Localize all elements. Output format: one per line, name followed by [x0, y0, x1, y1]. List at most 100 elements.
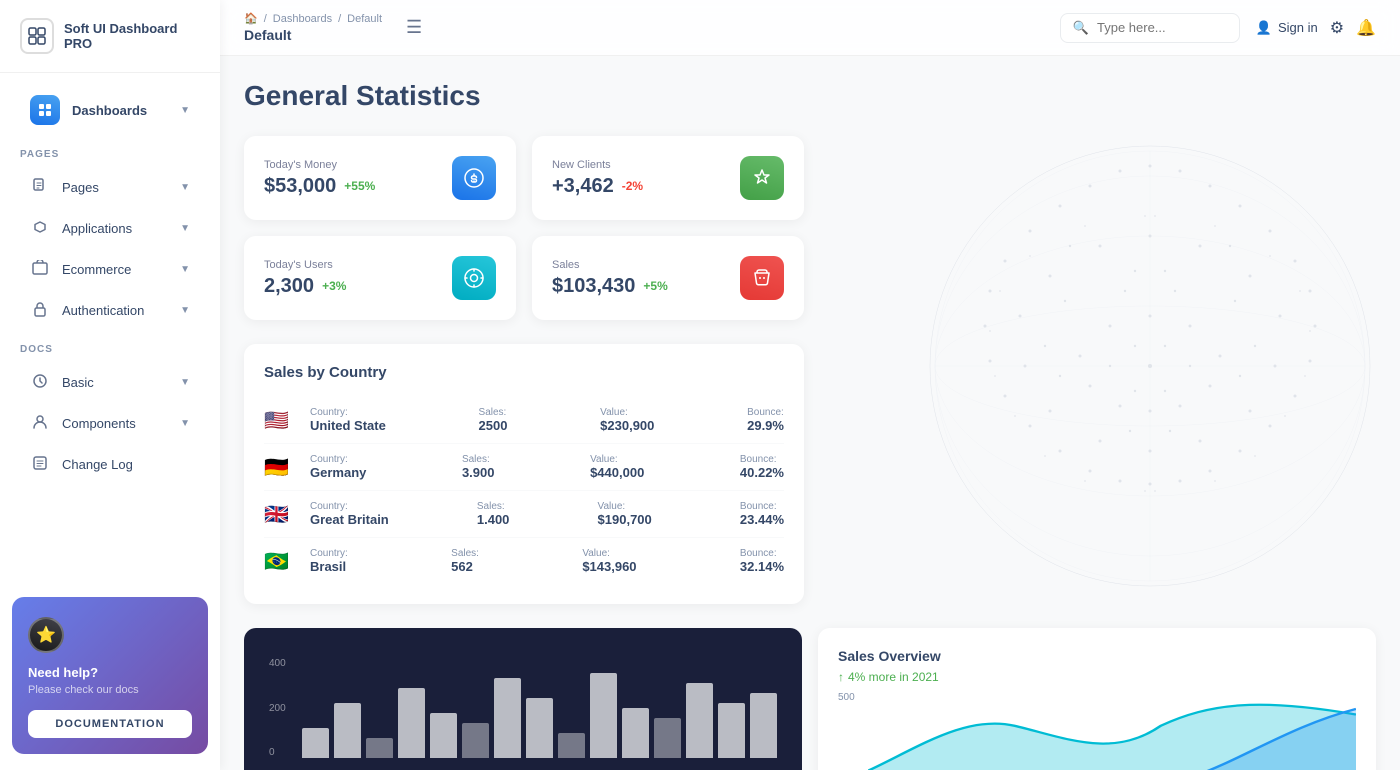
signin-button[interactable]: 👤 Sign in [1256, 20, 1318, 36]
ecommerce-chevron: ▼ [180, 264, 190, 275]
money-change: +55% [344, 179, 375, 193]
sales-overview-subtitle: ↑ 4% more in 2021 [838, 670, 1356, 684]
documentation-button[interactable]: DOCUMENTATION [28, 710, 192, 738]
users-value: 2,300 [264, 275, 314, 298]
breadcrumb-path: 🏠 / Dashboards / Default [244, 12, 382, 25]
bar-14 [718, 703, 745, 758]
breadcrumb-separator2: / [338, 13, 341, 25]
bar-5 [430, 713, 457, 758]
y-label-0: 0 [269, 747, 299, 758]
sales-by-country-title: Sales by Country [264, 364, 784, 381]
users-icon [452, 256, 496, 300]
clients-value: +3,462 [552, 175, 614, 198]
notification-icon[interactable]: 🔔 [1356, 18, 1376, 38]
gb-country: Great Britain [310, 512, 389, 527]
bar-8 [526, 698, 553, 758]
gb-value: $190,700 [598, 512, 652, 527]
money-icon [452, 156, 496, 200]
de-country: Germany [310, 465, 366, 480]
sidebar-pages-label: Pages [62, 180, 99, 195]
y-label-200: 200 [269, 703, 299, 714]
settings-icon[interactable]: ⚙ [1330, 18, 1344, 38]
menu-icon[interactable]: ☰ [398, 13, 430, 42]
stat-card-clients: New Clients +3,462 -2% [532, 136, 804, 220]
bar-chart-bars [302, 658, 777, 763]
bar-11 [622, 708, 649, 758]
bar-6 [462, 723, 489, 758]
header-right: 🔍 👤 Sign in ⚙ 🔔 [1060, 13, 1376, 43]
br-country: Brasil [310, 559, 348, 574]
ecommerce-icon [30, 260, 50, 279]
breadcrumb-dashboards[interactable]: Dashboards [273, 13, 332, 25]
bar-2 [334, 703, 361, 758]
sidebar-item-dashboards[interactable]: Dashboards ▼ [10, 85, 210, 135]
country-row-de: 🇩🇪 Country: Germany Sales: 3.900 Value: … [264, 444, 784, 491]
bar-13 [686, 683, 713, 758]
country-row-br: 🇧🇷 Country: Brasil Sales: 562 Value: $14… [264, 538, 784, 584]
sidebar-item-basic[interactable]: Basic ▼ [10, 363, 210, 402]
user-icon: 👤 [1256, 20, 1272, 36]
br-flag: 🇧🇷 [264, 549, 294, 574]
us-sales-value: 2500 [479, 418, 508, 433]
sidebar-item-applications[interactable]: Applications ▼ [10, 209, 210, 248]
us-bounce-label: Bounce: [747, 407, 784, 418]
bar-10 [590, 673, 617, 758]
signin-label: Sign in [1278, 20, 1318, 35]
us-sales-label: Sales: [479, 407, 508, 418]
sidebar-ecommerce-label: Ecommerce [62, 262, 131, 277]
clients-change: -2% [622, 179, 643, 193]
header-actions: 👤 Sign in ⚙ 🔔 [1256, 18, 1376, 38]
sales-line-chart: 500 400 [838, 692, 1356, 770]
br-sales: 562 [451, 559, 479, 574]
components-icon [30, 414, 50, 433]
bar-12 [654, 718, 681, 758]
line-chart-svg [868, 692, 1356, 770]
sales-overview-title: Sales Overview [838, 648, 1356, 664]
br-value: $143,960 [582, 559, 636, 574]
gb-flag: 🇬🇧 [264, 502, 294, 527]
logo-icon [20, 18, 54, 54]
breadcrumb-current: Default [347, 13, 382, 25]
de-flag: 🇩🇪 [264, 455, 294, 480]
money-label: Today's Money [264, 159, 375, 171]
br-bounce: 32.14% [740, 559, 784, 574]
sidebar: Soft UI Dashboard PRO Dashboards ▼ PAGES [0, 0, 220, 770]
stats-row: Today's Money $53,000 +55% New Clients +… [244, 136, 804, 320]
sales-by-country-card: Sales by Country 🇺🇸 Country: United Stat… [244, 344, 804, 604]
applications-chevron: ▼ [180, 223, 190, 234]
basic-chevron: ▼ [180, 377, 190, 388]
sidebar-item-components[interactable]: Components ▼ [10, 404, 210, 443]
globe-decoration: // This is decorative SVG content [900, 116, 1400, 616]
bar-1 [302, 728, 329, 758]
components-chevron: ▼ [180, 418, 190, 429]
users-label: Today's Users [264, 259, 346, 271]
bar-15 [750, 693, 777, 758]
sidebar-dashboards-label: Dashboards [72, 103, 147, 118]
us-country-value: United State [310, 418, 386, 433]
bottom-charts-row: 400 200 0 [244, 628, 1376, 770]
pages-icon [30, 178, 50, 197]
sales-icon [740, 256, 784, 300]
help-title: Need help? [28, 665, 192, 680]
de-value: $440,000 [590, 465, 644, 480]
us-country-label: Country: [310, 407, 386, 418]
sidebar-auth-label: Authentication [62, 303, 144, 318]
search-input[interactable] [1097, 20, 1227, 35]
sidebar-item-changelog[interactable]: Change Log [10, 445, 210, 484]
search-box[interactable]: 🔍 [1060, 13, 1240, 43]
header: 🏠 / Dashboards / Default Default ☰ 🔍 👤 S… [220, 0, 1400, 56]
pages-chevron: ▼ [180, 182, 190, 193]
authentication-icon [30, 301, 50, 320]
de-sales: 3.900 [462, 465, 495, 480]
sidebar-basic-label: Basic [62, 375, 94, 390]
dashboards-icon [30, 95, 60, 125]
sidebar-item-pages[interactable]: Pages ▼ [10, 168, 210, 207]
bar-7 [494, 678, 521, 758]
sidebar-item-ecommerce[interactable]: Ecommerce ▼ [10, 250, 210, 289]
auth-chevron: ▼ [180, 305, 190, 316]
users-change: +3% [322, 279, 346, 293]
sales-y-label-500: 500 [838, 692, 855, 703]
sidebar-item-authentication[interactable]: Authentication ▼ [10, 291, 210, 330]
bar-4 [398, 688, 425, 758]
clients-label: New Clients [552, 159, 643, 171]
